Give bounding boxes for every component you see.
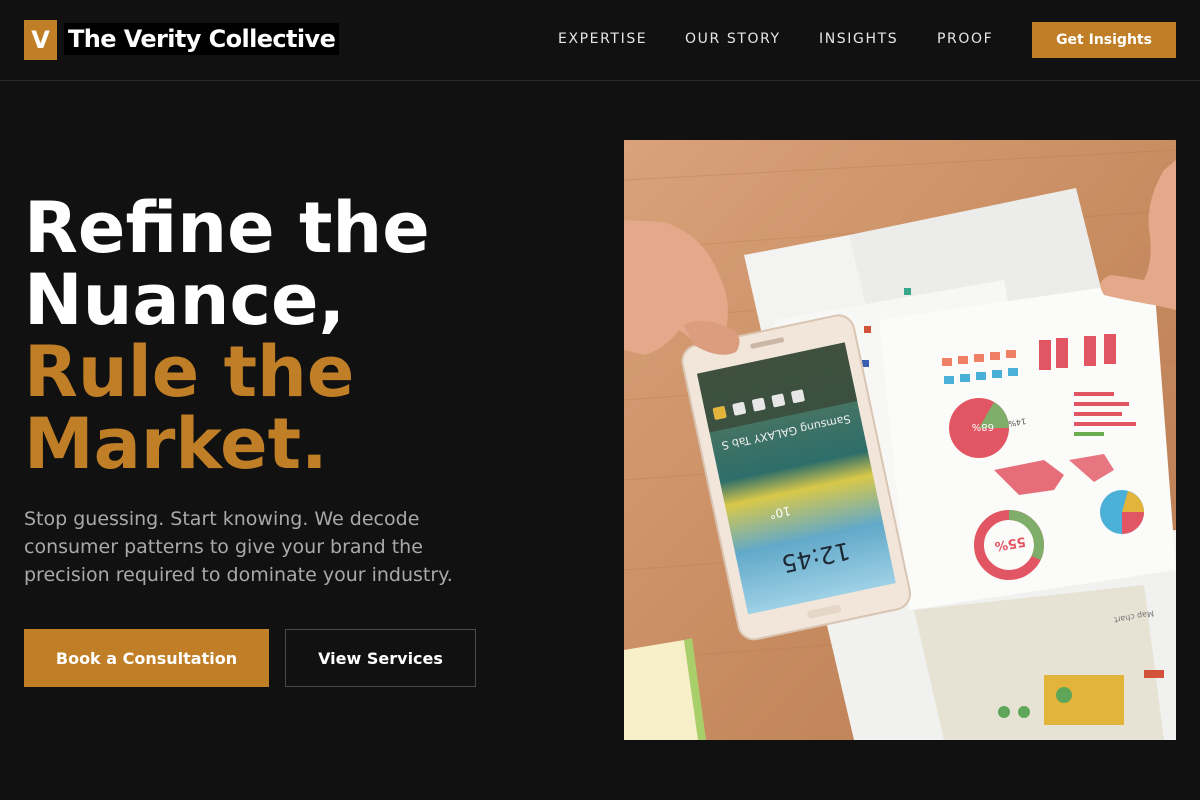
nav-proof[interactable]: PROOF xyxy=(937,31,993,47)
infographic-paper xyxy=(879,280,1176,610)
desk-photo-illustration: 68% 14% 55% Map chart Samsung GALAXY Tab… xyxy=(624,140,1176,740)
headline-line-1: Refine the xyxy=(24,187,430,269)
get-insights-button[interactable]: Get Insights xyxy=(1032,22,1176,58)
view-services-button[interactable]: View Services xyxy=(285,629,476,687)
nav-expertise[interactable]: EXPERTISE xyxy=(558,31,647,47)
hero-headline: Refine the Nuance, Rule the Market. xyxy=(24,192,430,480)
headline-line-3: Rule the xyxy=(24,331,355,413)
nav-insights[interactable]: INSIGHTS xyxy=(819,31,898,47)
nav-our-story[interactable]: OUR STORY xyxy=(685,31,781,47)
logo-mark[interactable]: V xyxy=(24,20,57,60)
hero-subtext: Stop guessing. Start knowing. We decode … xyxy=(24,508,453,586)
headline-line-4: Market. xyxy=(24,403,328,485)
hero-photo: 68% 14% 55% Map chart Samsung GALAXY Tab… xyxy=(624,140,1176,740)
brand-name[interactable]: The Verity Collective xyxy=(64,23,340,55)
pie-label: 68% xyxy=(972,421,994,432)
book-consultation-button[interactable]: Book a Consultation xyxy=(24,629,269,687)
site-header: V The Verity Collective EXPERTISE OUR ST… xyxy=(0,0,1200,81)
headline-line-2: Nuance, xyxy=(24,259,346,341)
